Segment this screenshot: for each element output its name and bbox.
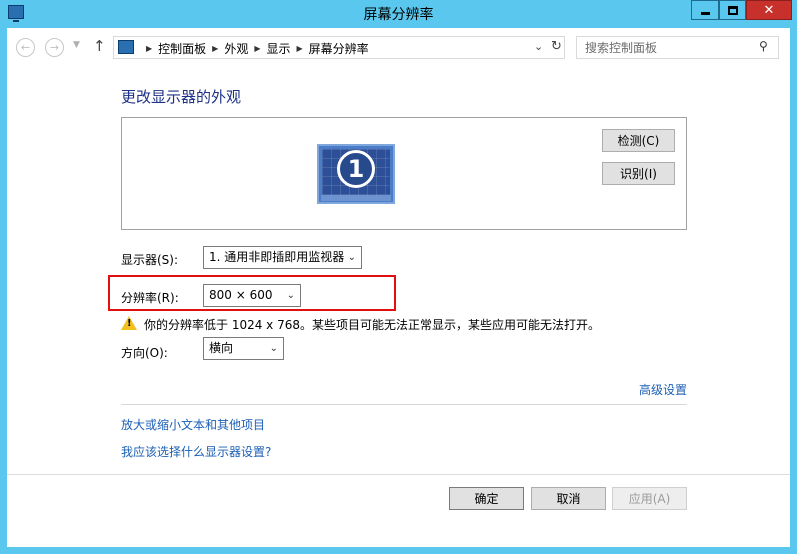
control-panel-icon xyxy=(118,40,134,54)
window-title: 屏幕分辨率 xyxy=(363,7,434,23)
back-button[interactable]: ← xyxy=(16,38,35,57)
display-preview: 1 检测(C) 识别(I) xyxy=(121,117,687,230)
close-icon: ✕ xyxy=(763,2,775,18)
monitor-taskbar xyxy=(321,195,391,201)
footer-divider xyxy=(7,474,790,475)
detect-button[interactable]: 检测(C) xyxy=(602,129,675,152)
orientation-select[interactable]: 横向 ⌄ xyxy=(203,337,284,360)
arrow-left-icon: ← xyxy=(20,41,31,54)
display-label: 显示器(S): xyxy=(121,253,179,267)
up-button[interactable]: ↑ xyxy=(93,37,106,55)
divider xyxy=(121,404,687,405)
apply-button[interactable]: 应用(A) xyxy=(612,487,687,510)
monitor-number: 1 xyxy=(337,150,375,188)
breadcrumb-separator-icon: ▶ xyxy=(296,44,303,53)
resolution-label: 分辨率(R): xyxy=(121,291,179,305)
warning-icon xyxy=(121,316,137,330)
address-history-chevron-icon[interactable]: ⌄ xyxy=(534,40,543,53)
identify-button[interactable]: 识别(I) xyxy=(602,162,675,185)
orientation-select-value: 横向 xyxy=(209,341,234,355)
breadcrumb-item-display[interactable]: 显示 xyxy=(267,40,291,57)
breadcrumb-separator-icon: ▶ xyxy=(212,44,219,53)
maximize-button[interactable] xyxy=(719,0,746,20)
cancel-button[interactable]: 取消 xyxy=(531,487,606,510)
refresh-icon[interactable]: ↻ xyxy=(551,39,562,54)
advanced-settings-link[interactable]: 高级设置 xyxy=(639,381,687,398)
title-bar[interactable]: 屏幕分辨率 ✕ xyxy=(0,0,797,27)
minimize-icon xyxy=(700,11,710,15)
chevron-down-icon: ⌄ xyxy=(269,343,278,354)
chevron-down-icon: ⌄ xyxy=(286,290,295,301)
navigation-bar: ← → ▼ ↑ ▶ 控制面板 ▶ 外观 ▶ 显示 ▶ 屏幕分辨率 ⌄ ↻ 搜索控… xyxy=(7,28,790,66)
maximize-icon xyxy=(727,5,738,15)
window: 屏幕分辨率 ✕ ← → ▼ ↑ ▶ 控制面板 ▶ 外观 ▶ 显示 ▶ 屏幕分辨率… xyxy=(0,0,797,554)
search-input[interactable] xyxy=(577,37,757,58)
minimize-button[interactable] xyxy=(691,0,719,20)
breadcrumb-separator-icon: ▶ xyxy=(254,44,261,53)
display-select-value: 1. 通用非即插即用监视器 xyxy=(209,250,345,264)
client-area: ← → ▼ ↑ ▶ 控制面板 ▶ 外观 ▶ 显示 ▶ 屏幕分辨率 ⌄ ↻ 搜索控… xyxy=(7,28,790,547)
monitor-1[interactable]: 1 xyxy=(317,144,395,204)
search-icon[interactable]: ⚲ xyxy=(759,39,768,53)
resolution-select-value: 800 × 600 xyxy=(209,288,273,302)
breadcrumb-item-control-panel[interactable]: 控制面板 xyxy=(158,40,206,57)
display-settings-help-link[interactable]: 我应该选择什么显示器设置? xyxy=(121,443,271,460)
breadcrumb-item-resolution[interactable]: 屏幕分辨率 xyxy=(309,40,369,57)
chevron-down-icon: ▼ xyxy=(73,40,80,50)
forward-button[interactable]: → xyxy=(45,38,64,57)
recent-locations-dropdown[interactable]: ▼ xyxy=(73,40,80,50)
arrow-right-icon: → xyxy=(49,41,60,54)
breadcrumb: ▶ 控制面板 ▶ 外观 ▶ 显示 ▶ 屏幕分辨率 xyxy=(140,40,369,57)
address-bar[interactable]: ▶ 控制面板 ▶ 外观 ▶ 显示 ▶ 屏幕分辨率 ⌄ ↻ xyxy=(113,36,565,59)
resolution-select[interactable]: 800 × 600 ⌄ xyxy=(203,284,301,307)
display-select[interactable]: 1. 通用非即插即用监视器 ⌄ xyxy=(203,246,362,269)
ok-button[interactable]: 确定 xyxy=(449,487,524,510)
search-box: ⚲ xyxy=(576,36,779,59)
close-button[interactable]: ✕ xyxy=(746,0,792,20)
orientation-label: 方向(O): xyxy=(121,346,168,360)
page-title: 更改显示器的外观 xyxy=(121,88,242,106)
breadcrumb-item-appearance[interactable]: 外观 xyxy=(224,40,248,57)
breadcrumb-separator-icon: ▶ xyxy=(146,44,153,53)
chevron-down-icon: ⌄ xyxy=(347,252,356,263)
resolution-warning: 你的分辨率低于 1024 x 768。某些项目可能无法正常显示，某些应用可能无法… xyxy=(144,318,600,332)
arrow-up-icon: ↑ xyxy=(93,37,106,55)
text-size-link[interactable]: 放大或缩小文本和其他项目 xyxy=(121,416,265,433)
